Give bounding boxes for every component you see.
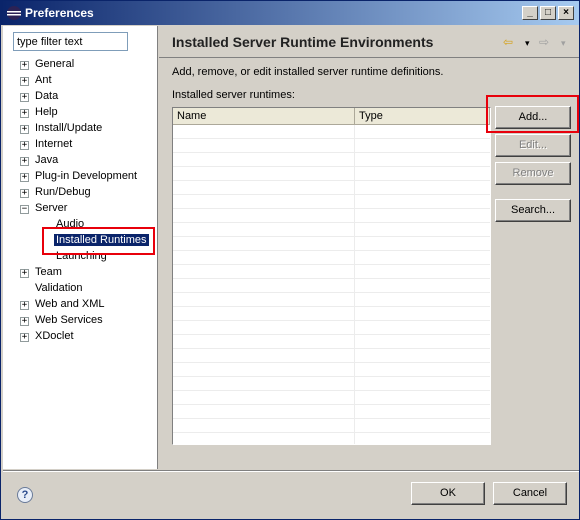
filter-input[interactable] [13, 32, 128, 51]
expand-icon[interactable]: + [20, 141, 29, 150]
expand-icon[interactable]: + [20, 61, 29, 70]
bottom-separator [3, 470, 579, 472]
expand-icon[interactable]: + [20, 317, 29, 326]
tree-item-label: Server [35, 202, 68, 214]
tree-item-label: Data [35, 90, 59, 102]
table-row [173, 209, 490, 223]
tree-item-label: Install/Update [35, 122, 103, 134]
page-header: Installed Server Runtime Environments ⇦ … [159, 26, 579, 58]
table-row [173, 391, 490, 405]
table-row [173, 307, 490, 321]
table-row [173, 251, 490, 265]
expand-icon[interactable]: + [20, 333, 29, 342]
back-arrow-icon[interactable]: ⇦ [503, 35, 513, 49]
tree-item-label: Run/Debug [35, 186, 91, 198]
tree-item-label: Java [35, 154, 59, 166]
title-bar[interactable]: Preferences _ □ × [1, 1, 579, 25]
table-row [173, 419, 490, 433]
preferences-window: Preferences _ □ × + General + Ant + Data + H… [0, 0, 580, 520]
close-icon[interactable]: × [558, 6, 574, 20]
table-row [173, 153, 490, 167]
back-dropdown-icon[interactable]: ▾ [525, 38, 530, 49]
table-row [173, 335, 490, 349]
expand-icon[interactable]: + [20, 269, 29, 278]
table-row [173, 237, 490, 251]
cancel-button[interactable]: Cancel [493, 482, 567, 505]
table-label: Installed server runtimes: [172, 89, 295, 101]
table-row [173, 363, 490, 377]
tree-item-label: Web Services [35, 314, 103, 326]
page-description: Add, remove, or edit installed server ru… [172, 66, 444, 78]
eclipse-icon [7, 6, 21, 20]
table-row [173, 433, 490, 444]
edit-button[interactable]: Edit... [495, 134, 571, 157]
expand-icon[interactable]: + [20, 125, 29, 134]
table-row [173, 321, 490, 335]
expand-icon[interactable]: + [20, 77, 29, 86]
expand-icon[interactable]: + [20, 109, 29, 118]
expand-icon[interactable]: + [20, 93, 29, 102]
tree-item-label: XDoclet [35, 330, 74, 342]
column-header-type[interactable]: Type [355, 108, 490, 125]
maximize-icon[interactable]: □ [540, 6, 556, 20]
table-row [173, 265, 490, 279]
table-row [173, 195, 490, 209]
remove-button[interactable]: Remove [495, 162, 571, 185]
help-icon[interactable]: ? [17, 487, 33, 503]
tree-item-label: Web and XML [35, 298, 105, 310]
highlight-box-installed-runtimes [42, 227, 155, 255]
collapse-icon[interactable]: − [20, 205, 29, 214]
ok-button[interactable]: OK [411, 482, 485, 505]
forward-arrow-icon[interactable]: ⇨ [539, 35, 549, 49]
table-row [173, 349, 490, 363]
tree-item-label: Plug-in Development [35, 170, 138, 182]
tree-item-label: Team [35, 266, 62, 278]
table-row [173, 223, 490, 237]
search-button[interactable]: Search... [495, 199, 571, 222]
expand-icon[interactable]: + [20, 189, 29, 198]
runtimes-table[interactable]: Name Type [172, 107, 491, 445]
page-title: Installed Server Runtime Environments [172, 34, 434, 50]
tree-item-label: Internet [35, 138, 73, 150]
expand-icon[interactable]: + [20, 157, 29, 166]
minimize-icon[interactable]: _ [522, 6, 538, 20]
tree-item-label: Help [35, 106, 58, 118]
table-row [173, 293, 490, 307]
expand-icon[interactable]: + [20, 173, 29, 182]
expand-icon[interactable]: + [20, 301, 29, 310]
table-row [173, 125, 490, 139]
table-row [173, 181, 490, 195]
tree-item-label: General [35, 58, 75, 70]
forward-dropdown-icon[interactable]: ▾ [561, 38, 566, 49]
table-row [173, 167, 490, 181]
table-row [173, 405, 490, 419]
tree-item-label: Validation [35, 282, 83, 294]
highlight-box-add [486, 95, 579, 133]
tree-item-label: Ant [35, 74, 52, 86]
table-row [173, 139, 490, 153]
window-title: Preferences [25, 6, 94, 20]
table-row [173, 377, 490, 391]
column-header-name[interactable]: Name [173, 108, 355, 125]
table-row [173, 279, 490, 293]
